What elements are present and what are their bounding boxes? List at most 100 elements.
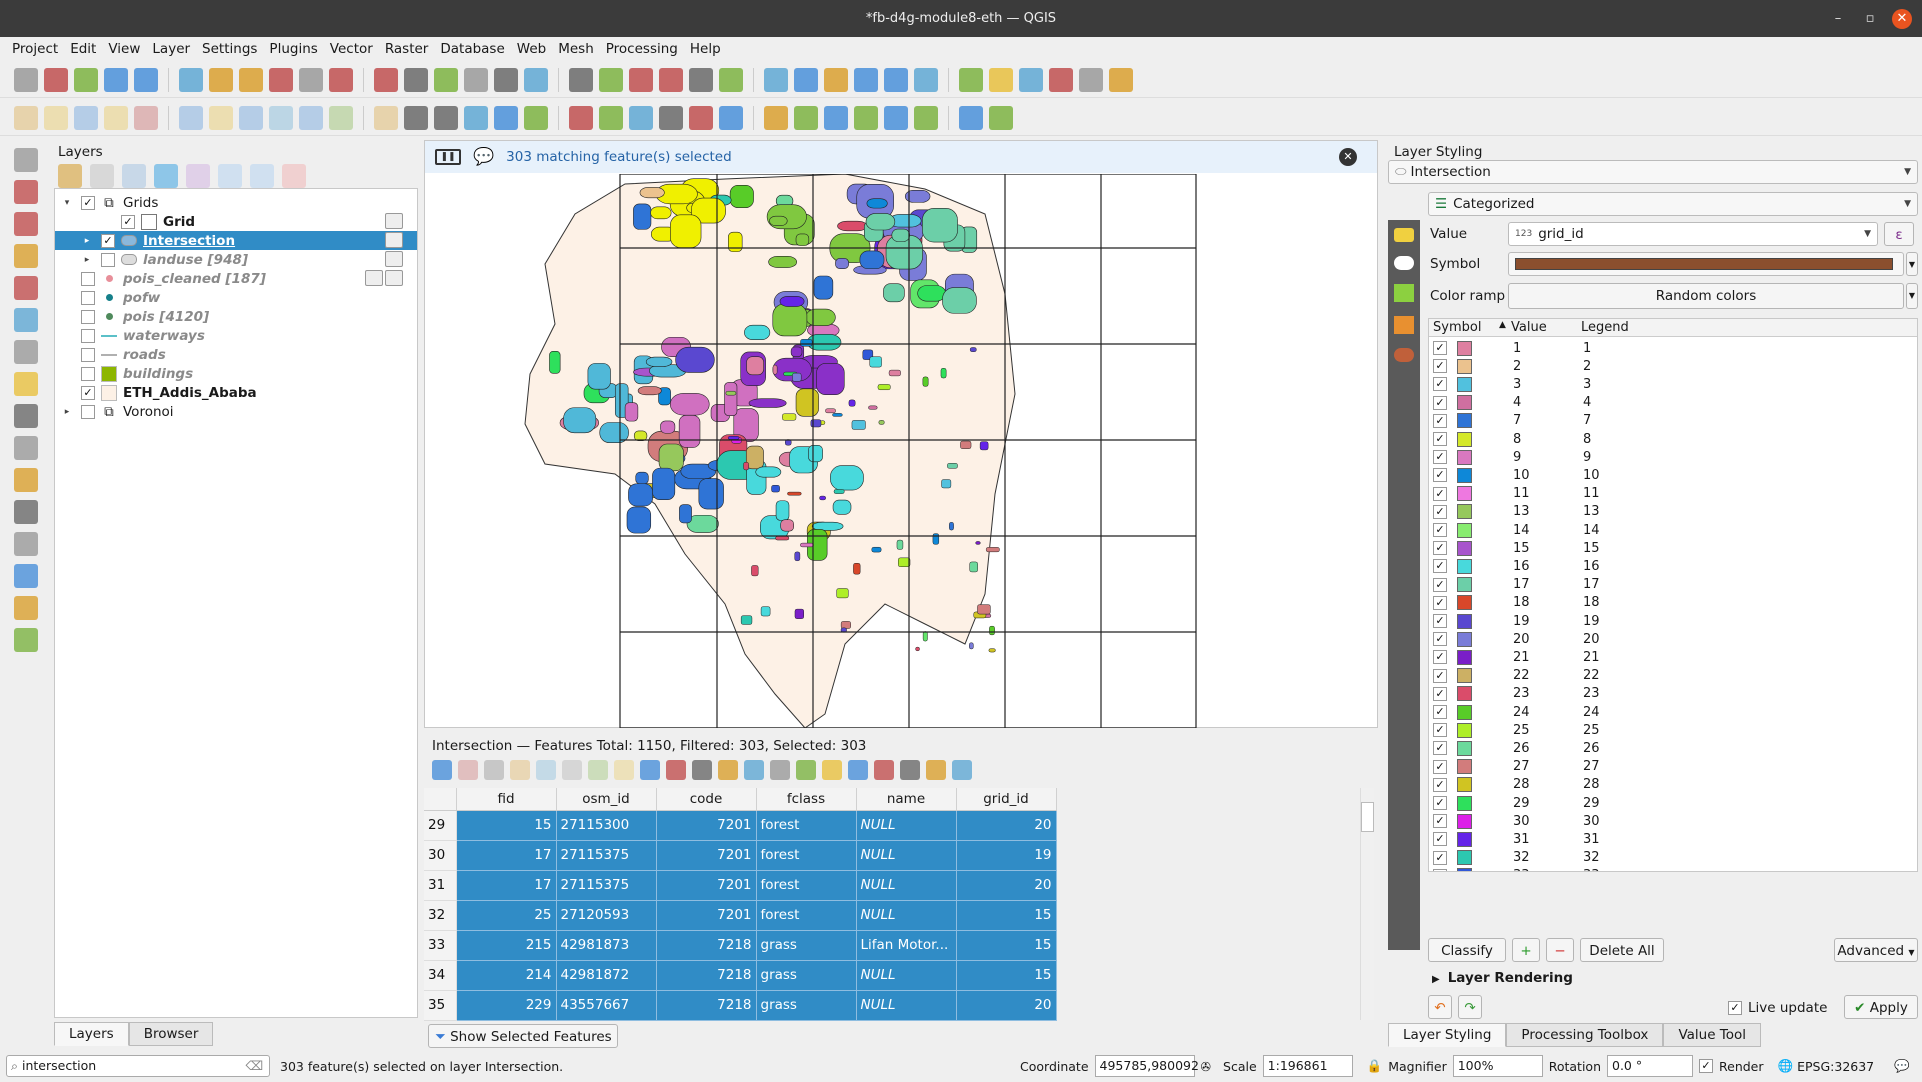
feature-polygon[interactable] [794,608,805,619]
category-checkbox[interactable]: ✓ [1433,468,1447,483]
feature-polygon[interactable] [922,208,958,243]
category-checkbox[interactable]: ✓ [1433,632,1447,647]
style-manager-icon[interactable] [179,67,203,92]
category-checkbox[interactable]: ✓ [1433,486,1447,501]
label-tool-icon[interactable] [404,105,428,130]
header-value[interactable]: Value [1511,320,1547,335]
toggle-extents-icon[interactable]: ✇ [1201,1059,1211,1074]
attribute-tool-2-icon[interactable] [458,760,478,780]
feature-polygon[interactable] [871,546,882,553]
category-symbol-swatch[interactable] [1457,740,1472,756]
feature-polygon[interactable] [772,364,778,375]
attribute-tool-7-icon[interactable] [588,760,608,780]
python-console-icon[interactable] [719,105,743,130]
annotations-icon[interactable] [959,67,983,92]
feature-polygon[interactable] [729,185,754,208]
refresh-plugin-icon[interactable] [914,105,938,130]
feature-polygon[interactable] [768,256,798,268]
menu-settings[interactable]: Settings [196,37,263,61]
category-symbol-swatch[interactable] [1457,449,1472,465]
remove-layer-icon[interactable] [282,164,306,188]
value-field-select[interactable]: 123 grid_id ▼ [1508,222,1878,246]
symbol-dropdown[interactable]: ▼ [1906,252,1918,276]
category-row[interactable]: ✓ 24 24 [1429,703,1917,721]
feature-polygon[interactable] [728,231,743,253]
masks-tab-icon[interactable] [1394,256,1414,270]
layer-visibility-checkbox[interactable] [81,404,95,419]
attribute-tool-18-icon[interactable] [874,760,894,780]
category-checkbox[interactable]: ✓ [1433,450,1447,465]
category-row[interactable]: ✓ 19 19 [1429,612,1917,630]
feature-polygon[interactable] [624,402,639,422]
add-xyz-icon[interactable] [14,564,38,588]
style-panel-icon[interactable] [58,164,82,188]
add-vector-tile-icon[interactable] [14,628,38,652]
category-row[interactable]: ✓ 3 3 [1429,375,1917,393]
attribute-tool-1-icon[interactable] [432,760,452,780]
new-virtual-icon[interactable] [14,468,38,492]
zoom-full-icon[interactable] [329,67,353,92]
feature-polygon[interactable] [639,187,665,199]
category-row[interactable]: ✓ 7 7 [1429,412,1917,430]
renderer-select[interactable]: ☰ Categorized ▼ [1428,192,1918,216]
redo-icon[interactable] [374,105,398,130]
undo-icon[interactable] [329,105,353,130]
layer-item[interactable]: waterways [55,326,417,345]
new-bookmark-icon[interactable] [599,67,623,92]
menu-layer[interactable]: Layer [146,37,196,61]
layer-select[interactable]: ⬭ Intersection ▼ [1388,160,1918,184]
diagrams-tab-icon[interactable] [1394,316,1414,334]
header-symbol[interactable]: Symbol [1433,320,1481,335]
category-row[interactable]: ✓ 30 30 [1429,812,1917,830]
category-symbol-swatch[interactable] [1457,340,1472,356]
add-category-button[interactable]: + [1512,938,1540,962]
category-checkbox[interactable]: ✓ [1433,432,1447,446]
cell-osm_id[interactable]: 27115375 [556,870,657,901]
feature-polygon[interactable] [794,551,801,562]
maximize-button[interactable]: ▫ [1860,9,1880,29]
feature-polygon[interactable] [800,542,814,548]
category-row[interactable]: ✓ 21 21 [1429,648,1917,666]
move-label-icon[interactable] [524,105,548,130]
feature-polygon[interactable] [869,356,882,368]
category-symbol-swatch[interactable] [1457,595,1472,611]
feature-polygon[interactable] [940,368,947,379]
cell-grid_id[interactable]: 19 [956,840,1057,871]
attribute-tool-3-icon[interactable] [484,760,504,780]
clear-icon[interactable]: ⌫ [245,1056,263,1076]
cell-osm_id[interactable]: 42981873 [556,930,657,961]
label-props-icon[interactable] [629,105,653,130]
feature-polygon[interactable] [660,420,676,434]
category-symbol-swatch[interactable] [1457,558,1472,574]
feature-polygon[interactable] [652,467,676,500]
category-symbol-swatch[interactable] [1457,431,1472,447]
menu-help[interactable]: Help [684,37,727,61]
layer-visibility-checkbox[interactable] [81,309,95,324]
layer-item[interactable]: pois_cleaned [187] [55,269,417,288]
georeferencer-icon[interactable] [824,105,848,130]
delete-selected-icon[interactable] [209,105,233,130]
category-row[interactable]: ✓ 26 26 [1429,739,1917,757]
category-row[interactable]: ✓ 32 32 [1429,849,1917,867]
cell-grid_id[interactable]: 15 [956,960,1057,991]
feature-polygon[interactable] [760,606,771,617]
attribute-tool-9-icon[interactable] [640,760,660,780]
new-map-view-icon[interactable] [524,67,548,92]
cell-grid_id[interactable]: 15 [956,930,1057,961]
feature-polygon[interactable] [969,642,974,650]
add-wms-icon[interactable] [14,500,38,524]
cell-fclass[interactable]: grass [756,960,857,991]
cell-osm_id[interactable]: 27115300 [556,810,657,841]
cell-code[interactable]: 7201 [656,900,757,931]
show-labels-icon[interactable] [494,105,518,130]
cell-fid[interactable]: 214 [456,960,557,991]
category-checkbox[interactable]: ✓ [1433,413,1447,428]
new-temp-layer-icon[interactable] [14,436,38,460]
attribute-tool-11-icon[interactable] [692,760,712,780]
add-group-icon[interactable] [90,164,114,188]
cell-grid_id[interactable]: 20 [956,990,1057,1021]
cell-code[interactable]: 7201 [656,810,757,841]
cell-code[interactable]: 7201 [656,840,757,871]
category-checkbox[interactable]: ✓ [1433,814,1447,829]
expression-button[interactable]: ε [1884,222,1914,246]
